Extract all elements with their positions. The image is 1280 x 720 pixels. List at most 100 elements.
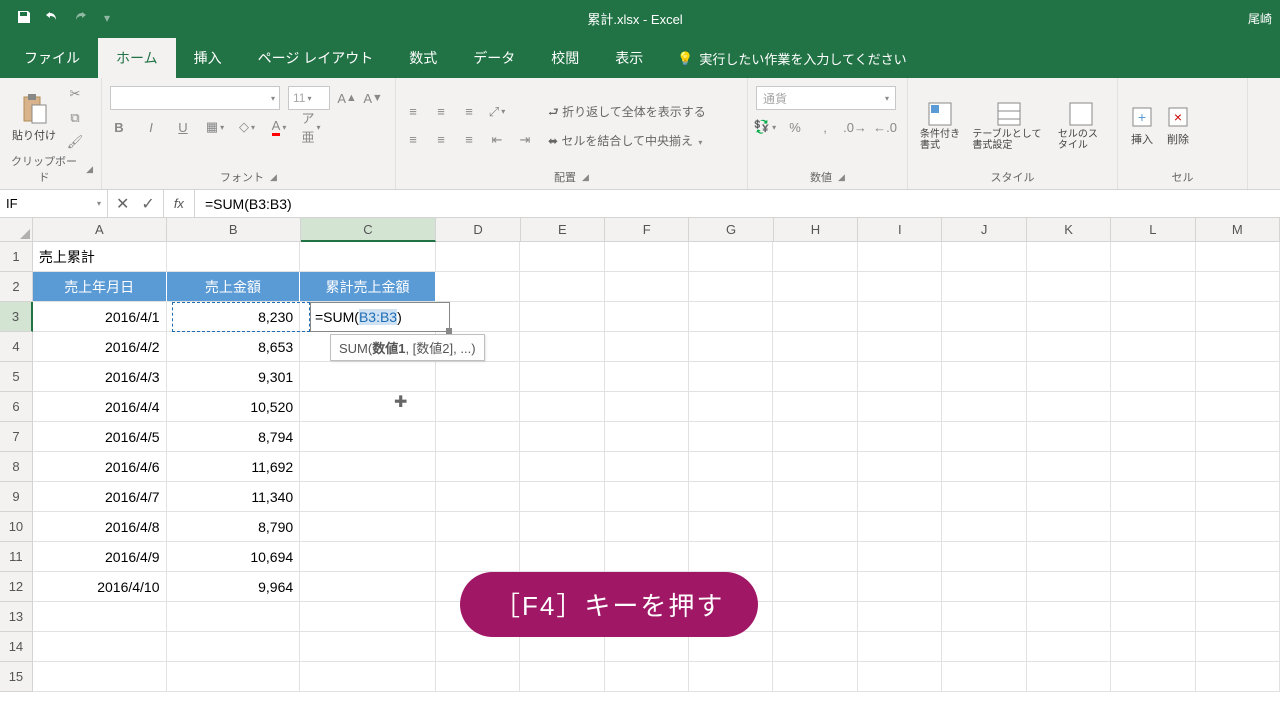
cut-icon[interactable]: ✂ <box>66 85 84 103</box>
cell[interactable] <box>300 392 436 422</box>
cell[interactable] <box>1111 422 1195 452</box>
fill-color-icon[interactable]: ◇▾ <box>238 118 256 136</box>
cell[interactable] <box>300 542 436 572</box>
cell[interactable] <box>605 512 689 542</box>
tab-view[interactable]: 表示 <box>597 38 661 78</box>
cell[interactable] <box>858 512 942 542</box>
cell[interactable] <box>1111 272 1195 302</box>
cell[interactable] <box>436 272 520 302</box>
accounting-format-icon[interactable]: 💱▾ <box>756 118 774 136</box>
select-all-corner[interactable] <box>0 218 33 242</box>
tab-formulas[interactable]: 数式 <box>391 38 455 78</box>
cell[interactable] <box>520 302 604 332</box>
tab-insert[interactable]: 挿入 <box>176 38 240 78</box>
cell[interactable] <box>1196 392 1280 422</box>
cell[interactable] <box>605 392 689 422</box>
border-icon[interactable]: ▦▾ <box>206 118 224 136</box>
cell[interactable] <box>1196 662 1280 692</box>
cell[interactable] <box>689 482 773 512</box>
increase-decimal-icon[interactable]: .0→ <box>846 118 864 136</box>
col-header-a[interactable]: A <box>33 218 167 242</box>
cell[interactable] <box>773 632 857 662</box>
italic-icon[interactable]: I <box>142 118 160 136</box>
wrap-text-button[interactable]: ⮐ 折り返して全体を表示する <box>548 103 706 124</box>
cell[interactable] <box>1196 632 1280 662</box>
col-header-g[interactable]: G <box>689 218 773 242</box>
col-header-f[interactable]: F <box>605 218 689 242</box>
align-center-icon[interactable]: ≡ <box>432 131 450 149</box>
row-header-15[interactable]: 15 <box>0 662 33 692</box>
row-header-13[interactable]: 13 <box>0 602 33 632</box>
cell[interactable] <box>773 272 857 302</box>
cell[interactable] <box>436 392 520 422</box>
cell[interactable] <box>1027 242 1111 272</box>
cell[interactable] <box>942 542 1026 572</box>
cell[interactable] <box>689 392 773 422</box>
cell[interactable] <box>773 662 857 692</box>
number-launcher-icon[interactable]: ◢ <box>838 172 845 183</box>
cell[interactable] <box>858 302 942 332</box>
cell[interactable] <box>773 482 857 512</box>
cell[interactable] <box>436 452 520 482</box>
cell[interactable] <box>605 332 689 362</box>
cell[interactable] <box>520 332 604 362</box>
undo-icon[interactable] <box>44 9 60 28</box>
cell[interactable] <box>1196 242 1280 272</box>
cell[interactable] <box>167 662 301 692</box>
cell[interactable] <box>520 452 604 482</box>
font-name-combo[interactable]: ▾ <box>110 86 280 110</box>
cell[interactable] <box>1027 602 1111 632</box>
cell[interactable] <box>689 332 773 362</box>
font-size-combo[interactable]: 11▾ <box>288 86 330 110</box>
bold-icon[interactable]: B <box>110 118 128 136</box>
paste-button[interactable]: 貼り付け <box>8 91 60 145</box>
tell-me-search[interactable]: 💡 実行したい作業を入力してください <box>661 39 922 78</box>
cell[interactable] <box>1111 452 1195 482</box>
row-header-8[interactable]: 8 <box>0 452 33 482</box>
row-header-12[interactable]: 12 <box>0 572 33 602</box>
cell-a9[interactable]: 2016/4/7 <box>33 482 167 512</box>
cell-styles-button[interactable]: セルのスタイル <box>1054 99 1109 153</box>
cell[interactable] <box>520 482 604 512</box>
clipboard-launcher-icon[interactable]: ◢ <box>86 164 93 175</box>
cell[interactable] <box>689 662 773 692</box>
cell[interactable] <box>300 422 436 452</box>
cell[interactable] <box>520 362 604 392</box>
row-header-2[interactable]: 2 <box>0 272 33 302</box>
col-header-c[interactable]: C <box>301 218 437 242</box>
cell-b3[interactable]: 8,230 <box>167 302 301 332</box>
cell[interactable] <box>1111 512 1195 542</box>
cell-b8[interactable]: 11,692 <box>167 452 301 482</box>
cell[interactable] <box>942 422 1026 452</box>
cell[interactable] <box>167 602 301 632</box>
align-middle-icon[interactable]: ≡ <box>432 103 450 121</box>
cell[interactable] <box>520 392 604 422</box>
row-header-6[interactable]: 6 <box>0 392 33 422</box>
decrease-indent-icon[interactable]: ⇤ <box>488 131 506 149</box>
cell[interactable] <box>605 482 689 512</box>
cell[interactable] <box>436 512 520 542</box>
cell-a10[interactable]: 2016/4/8 <box>33 512 167 542</box>
cell-b5[interactable]: 9,301 <box>167 362 301 392</box>
cell-a8[interactable]: 2016/4/6 <box>33 452 167 482</box>
cell[interactable] <box>300 452 436 482</box>
cell-b12[interactable]: 9,964 <box>167 572 301 602</box>
cell[interactable] <box>689 242 773 272</box>
cell[interactable] <box>1196 542 1280 572</box>
cell[interactable] <box>773 302 857 332</box>
cell[interactable] <box>773 512 857 542</box>
col-header-h[interactable]: H <box>774 218 858 242</box>
cell[interactable] <box>942 302 1026 332</box>
cell[interactable] <box>773 362 857 392</box>
cell[interactable] <box>858 572 942 602</box>
cell[interactable] <box>1027 632 1111 662</box>
cell[interactable] <box>858 602 942 632</box>
comma-icon[interactable]: , <box>816 118 834 136</box>
col-header-k[interactable]: K <box>1027 218 1111 242</box>
cell[interactable] <box>1027 662 1111 692</box>
cell[interactable] <box>1196 332 1280 362</box>
cell[interactable] <box>33 632 167 662</box>
cell[interactable] <box>858 242 942 272</box>
cell[interactable] <box>1027 422 1111 452</box>
cell[interactable] <box>167 632 301 662</box>
